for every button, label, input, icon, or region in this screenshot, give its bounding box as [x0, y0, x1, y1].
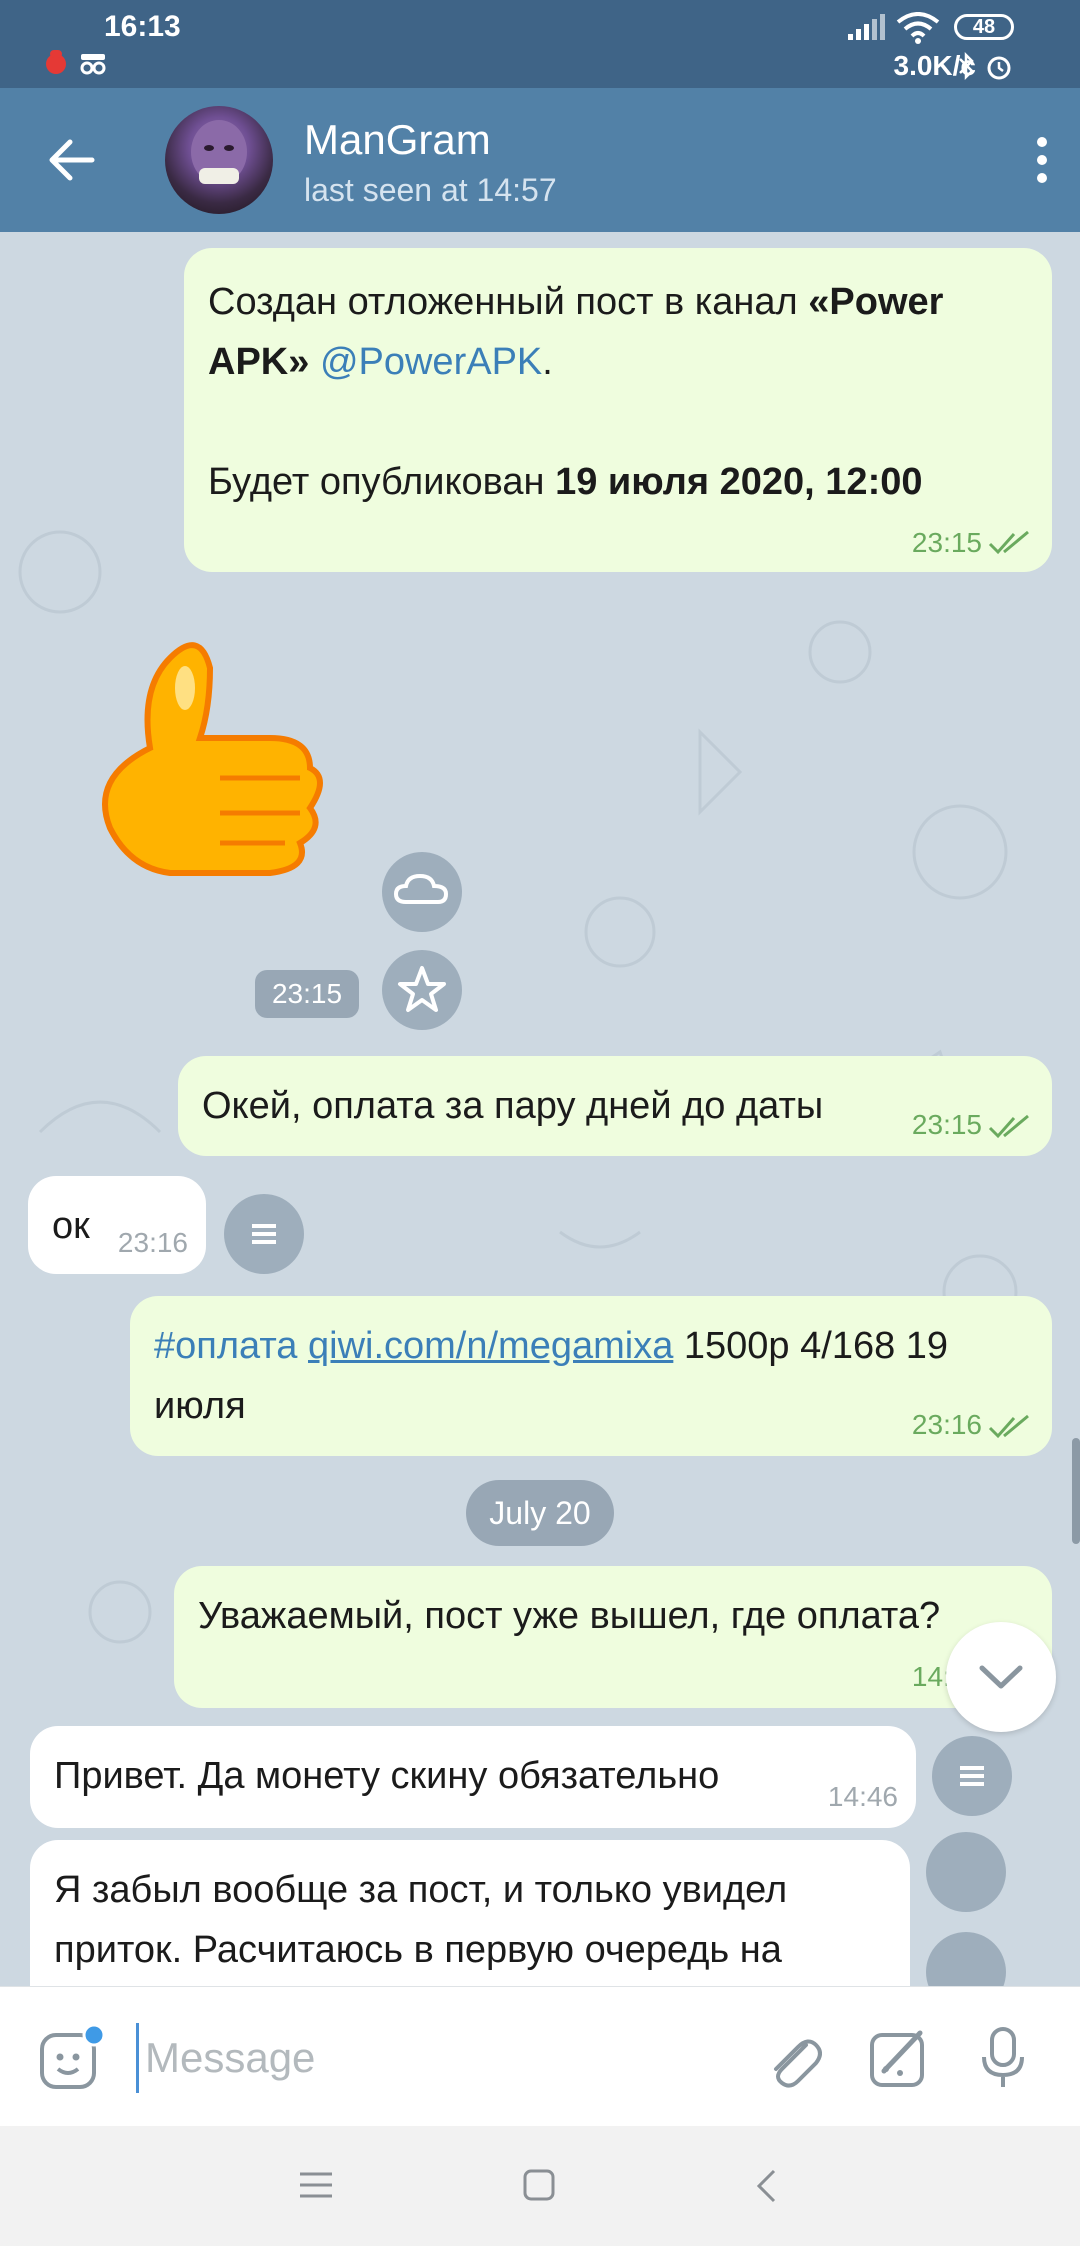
incoming-message-bubble[interactable]: Я забыл вообще за пост, и только увидел …: [30, 1840, 910, 1986]
message-text: Создан отложенный пост в канал «Power: [208, 281, 944, 323]
back-arrow-icon[interactable]: [44, 132, 100, 188]
message-text: ок: [52, 1205, 90, 1247]
double-check-icon: [988, 1114, 1029, 1139]
drawing-editor-icon[interactable]: [866, 2025, 932, 2091]
channel-mention-link[interactable]: @PowerAPK: [320, 341, 542, 383]
message-input[interactable]: [136, 2023, 727, 2093]
message-actions-button[interactable]: [224, 1194, 304, 1274]
status-bar: 16:13 48 3.0K/c: [0, 0, 1080, 88]
recent-apps-icon[interactable]: [298, 2170, 334, 2200]
chat-header: ManGram last seen at 14:57: [0, 88, 1080, 232]
menu-lines-icon: [252, 1224, 276, 1244]
message-time: 23:15: [911, 1109, 982, 1140]
more-options-icon[interactable]: [1022, 128, 1062, 192]
attach-paperclip-icon[interactable]: [762, 2027, 822, 2091]
battery-icon: 48: [954, 14, 1014, 40]
outgoing-message-bubble[interactable]: Уважаемый, пост уже вышел, где оплата? 1…: [174, 1566, 1052, 1708]
save-to-cloud-button[interactable]: [926, 1832, 1006, 1912]
back-nav-icon[interactable]: [754, 2168, 778, 2204]
hashtag-link[interactable]: #оплата: [154, 1325, 297, 1367]
outgoing-message-bubble[interactable]: #оплата qiwi.com/n/megamixa 1500р 4/168 …: [130, 1296, 1052, 1456]
alarm-icon: [987, 56, 1011, 80]
message-text: приток. Расчитаюсь в первую очередь на: [54, 1929, 782, 1971]
double-check-icon: [988, 1414, 1029, 1439]
system-navigation-bar: [0, 2126, 1080, 2246]
double-check-icon: [988, 530, 1029, 555]
wifi-icon: [896, 12, 940, 44]
message-text: Я забыл вообще за пост, и только увидел: [54, 1869, 788, 1911]
message-text: Уважаемый, пост уже вышел, где оплата?: [198, 1595, 941, 1637]
message-text: Будет опубликован 19 июля 2020, 12:00: [208, 461, 923, 503]
message-time: 23:16: [911, 1409, 982, 1440]
outgoing-message-bubble[interactable]: Создан отложенный пост в канал «Power AP…: [184, 248, 1052, 572]
cloud-icon: [393, 873, 449, 904]
message-text: Окей, оплата за пару дней до даты: [202, 1085, 824, 1127]
microphone-icon[interactable]: [976, 2023, 1030, 2093]
sticker-time: 23:15: [255, 970, 359, 1018]
incoming-message-bubble[interactable]: Привет. Да монету скину обязательно 14:4…: [30, 1726, 916, 1828]
message-time: 23:15: [911, 527, 982, 558]
avatar[interactable]: [165, 106, 273, 214]
incognito-icon: [80, 54, 106, 75]
chat-messages-area[interactable]: Создан отложенный пост в канал «Power AP…: [0, 232, 1080, 1986]
save-to-cloud-button[interactable]: [382, 852, 462, 932]
chat-title[interactable]: ManGram: [304, 116, 491, 164]
bluetooth-icon: [959, 52, 974, 80]
signal-icon: [848, 14, 885, 40]
emoji-sticker-icon[interactable]: [36, 2025, 106, 2095]
bug-icon: [46, 50, 66, 74]
last-seen-status: last seen at 14:57: [304, 172, 557, 208]
message-text: Привет. Да монету скину обязательно: [54, 1755, 720, 1797]
star-icon: [398, 966, 446, 1012]
scroll-to-bottom-button[interactable]: [946, 1622, 1056, 1732]
incoming-message-bubble[interactable]: ок 23:16: [28, 1176, 206, 1274]
url-link[interactable]: qiwi.com/n/megamixa: [308, 1325, 673, 1367]
status-time: 16:13: [104, 10, 181, 43]
outgoing-message-bubble[interactable]: Окей, оплата за пару дней до даты 23:15: [178, 1056, 1052, 1156]
thumbs-up-sticker[interactable]: [70, 628, 340, 898]
message-composer: [0, 1986, 1080, 2127]
date-separator: July 20: [466, 1480, 614, 1546]
message-text: #оплата qiwi.com/n/megamixa 1500р 4/168 …: [154, 1325, 949, 1367]
chevron-down-icon: [979, 1665, 1023, 1689]
message-time: 23:16: [117, 1227, 188, 1258]
message-time: 14:46: [827, 1781, 898, 1812]
favorite-sticker-button[interactable]: [382, 950, 462, 1030]
menu-lines-icon: [960, 1766, 984, 1786]
scrollbar[interactable]: [1072, 1438, 1080, 1544]
home-icon[interactable]: [522, 2168, 556, 2202]
message-text: APK» @PowerAPK.: [208, 341, 553, 383]
message-actions-button[interactable]: [932, 1736, 1012, 1816]
